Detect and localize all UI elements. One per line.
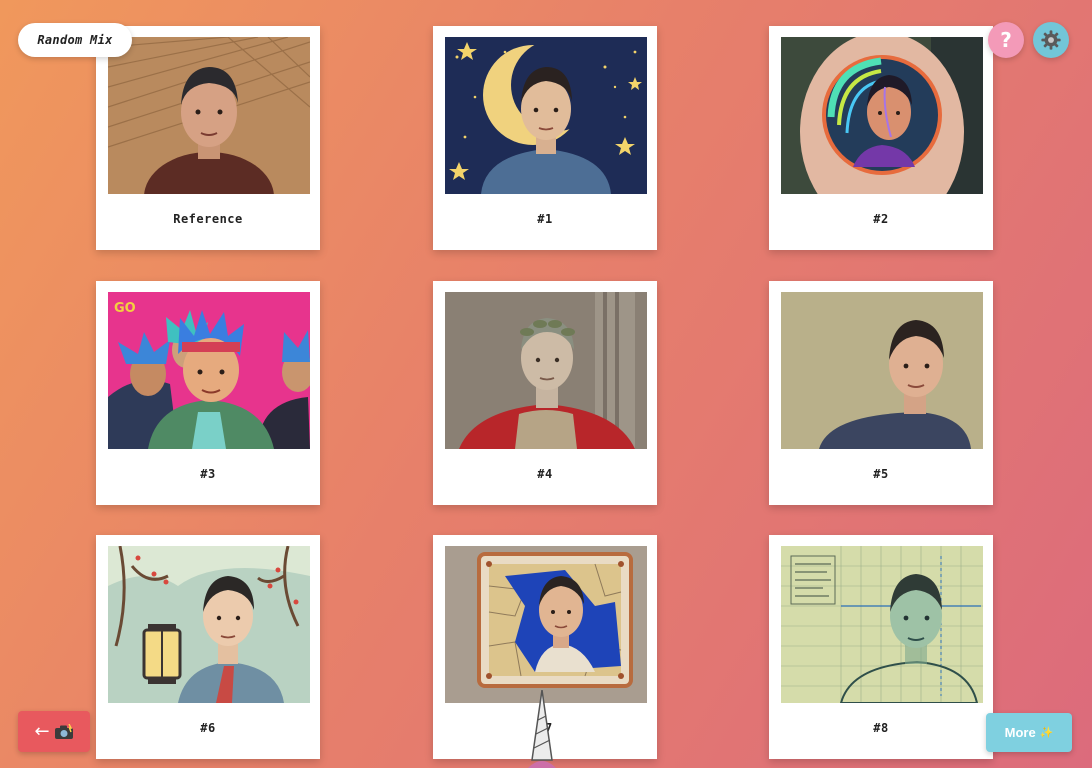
generated-portrait-image <box>781 37 983 194</box>
gallery-card-5[interactable]: #5 <box>769 281 993 505</box>
generated-portrait-image <box>445 292 647 449</box>
gallery-caption: #8 <box>873 721 889 735</box>
gallery-caption: #6 <box>200 721 216 735</box>
question-mark-icon: ? <box>1000 28 1012 52</box>
mode-badge[interactable]: Random Mix <box>18 23 132 57</box>
settings-button[interactable] <box>1033 22 1069 58</box>
help-button[interactable]: ? <box>988 22 1024 58</box>
back-to-camera-button[interactable]: ← <box>18 711 90 752</box>
gallery-card-4[interactable]: #4 <box>433 281 657 505</box>
gallery-caption: #3 <box>200 467 216 481</box>
generated-portrait-image <box>445 37 647 194</box>
generated-portrait-image <box>781 546 983 703</box>
back-arrow-label: ← <box>34 721 50 742</box>
gallery-card-2[interactable]: #2 <box>769 26 993 250</box>
generated-portrait-image <box>108 546 310 703</box>
gallery-caption: #1 <box>537 212 553 226</box>
gallery-card-3[interactable]: GO #3 <box>96 281 320 505</box>
reference-photo <box>108 37 310 194</box>
sparkles-icon: ✨ <box>1039 727 1054 739</box>
gallery-card-8[interactable]: #8 <box>769 535 993 759</box>
more-button[interactable]: More ✨ <box>986 713 1072 752</box>
gallery-caption: Reference <box>173 212 243 226</box>
mode-badge-label: Random Mix <box>37 33 113 47</box>
generated-portrait-image: GO <box>108 292 310 449</box>
gallery-card-6[interactable]: #6 <box>96 535 320 759</box>
gallery-caption: #2 <box>873 212 889 226</box>
gallery-card-1[interactable]: #1 <box>433 26 657 250</box>
gallery-card-reference[interactable]: Reference <box>96 26 320 250</box>
gallery-caption: #4 <box>537 467 553 481</box>
gallery-caption: #5 <box>873 467 889 481</box>
gear-icon <box>1041 30 1061 50</box>
camera-flash-icon <box>54 723 73 739</box>
svg-text:GO: GO <box>114 301 136 316</box>
unicorn-horn-icon <box>528 690 556 768</box>
generated-portrait-image <box>781 292 983 449</box>
generated-portrait-image <box>445 546 647 703</box>
more-button-label: More <box>1004 725 1036 740</box>
